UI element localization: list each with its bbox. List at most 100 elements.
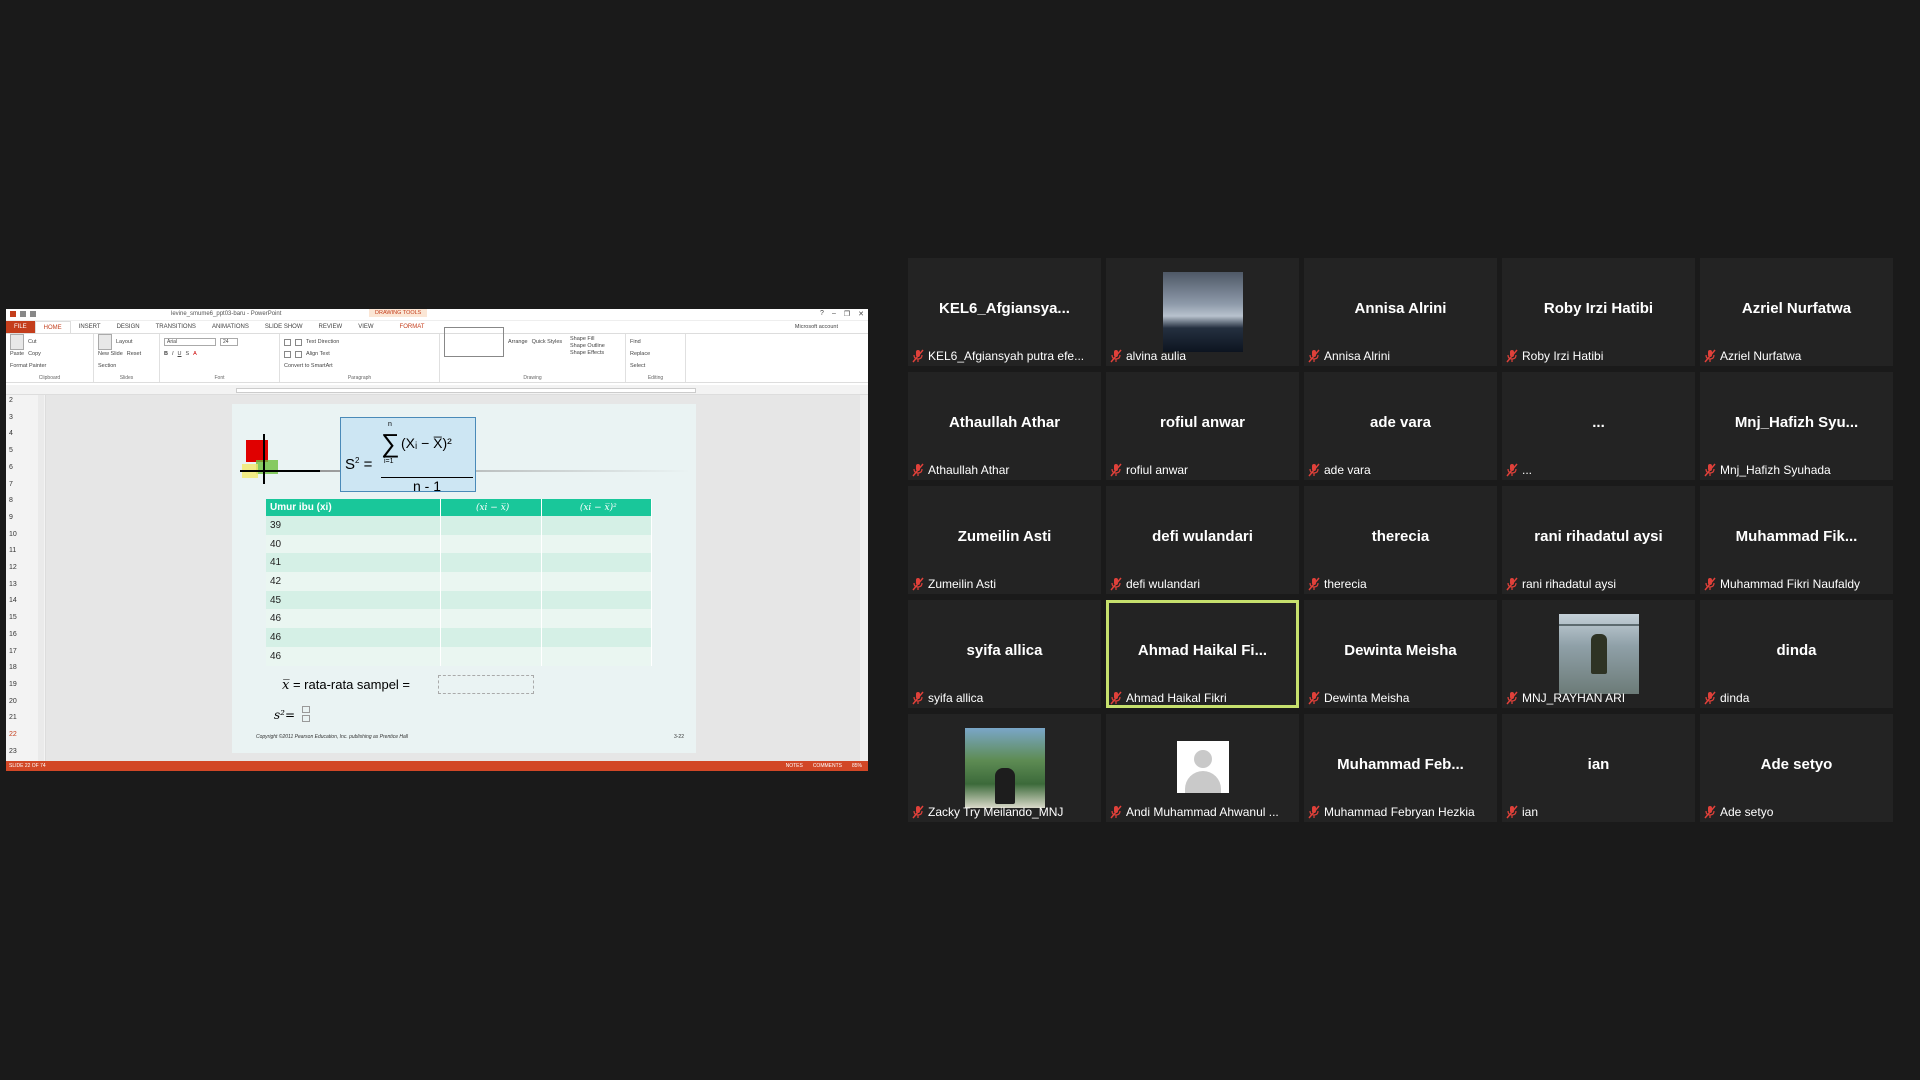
slide-thumbnail-number[interactable]: 10 (9, 531, 17, 538)
find-button[interactable]: Find (630, 339, 641, 345)
paste-icon[interactable] (10, 334, 24, 350)
participant-tile[interactable]: ...... (1502, 372, 1695, 480)
participant-tile[interactable]: Roby Irzi Hatibi Roby Irzi Hatibi (1502, 258, 1695, 366)
notes-button[interactable]: NOTES (786, 763, 803, 769)
slide-thumbnail-number[interactable]: 8 (9, 497, 13, 504)
arrange-button[interactable]: Arrange (508, 339, 528, 345)
slide-thumbnail-number[interactable]: 19 (9, 681, 17, 688)
tab-transitions[interactable]: TRANSITIONS (148, 321, 204, 333)
slide-thumbnail-number[interactable]: 7 (9, 481, 13, 488)
italic-button[interactable]: I (172, 351, 174, 357)
slide-thumbnail-number[interactable]: 9 (9, 514, 13, 521)
quick-access-toolbar[interactable] (10, 311, 36, 317)
shapes-gallery-icon[interactable] (444, 327, 504, 357)
section-button[interactable]: Section (98, 363, 116, 369)
underline-button[interactable]: U (178, 351, 182, 357)
window-controls[interactable]: ? – ❐ ✕ (820, 310, 864, 318)
mean-text-box[interactable] (438, 675, 534, 694)
align-left-icon[interactable] (284, 350, 291, 358)
participant-tile[interactable]: Annisa Alrini Annisa Alrini (1304, 258, 1497, 366)
slide-canvas[interactable]: S2 = n ∑ i=1 (Xᵢ − X̅)² n - 1 Umur ibu (… (46, 395, 868, 761)
tab-file[interactable]: FILE (6, 321, 35, 333)
select-button[interactable]: Select (630, 363, 645, 369)
smartart-button[interactable]: Convert to SmartArt (284, 363, 333, 369)
bold-button[interactable]: B (164, 351, 168, 357)
align-text-button[interactable]: Align Text (306, 351, 330, 357)
slide-thumbnail-number[interactable]: 17 (9, 648, 17, 655)
save-icon[interactable] (20, 311, 26, 317)
account-label[interactable]: Microsoft account (787, 321, 846, 333)
participant-tile[interactable]: MNJ_RAYHAN ARI (1502, 600, 1695, 708)
tab-format[interactable]: FORMAT (392, 321, 433, 333)
slide-thumbnails[interactable]: 2 3 4 5 6 7 8 9 10 11 12 13 14 15 16 17 18 19 20 21 22 23 (6, 395, 46, 761)
slide-thumbnail-number[interactable]: 14 (9, 597, 17, 604)
comments-button[interactable]: COMMENTS (813, 763, 842, 769)
undo-icon[interactable] (30, 311, 36, 317)
center-icon[interactable] (295, 350, 302, 358)
cut-button[interactable]: Cut (28, 339, 37, 345)
participant-tile[interactable]: Ahmad Haikal Fi... Ahmad Haikal Fikri (1106, 600, 1299, 708)
numbering-icon[interactable] (295, 338, 302, 346)
tab-insert[interactable]: INSERT (71, 321, 109, 333)
slide-thumbnail-number[interactable]: 15 (9, 614, 17, 621)
copy-button[interactable]: Copy (28, 351, 41, 357)
participant-tile[interactable]: alvina aulia (1106, 258, 1299, 366)
participant-tile[interactable]: Zumeilin Asti Zumeilin Asti (908, 486, 1101, 594)
slide-thumbnail-number[interactable]: 18 (9, 664, 17, 671)
participant-tile[interactable]: Athaullah Athar Athaullah Athar (908, 372, 1101, 480)
layout-button[interactable]: Layout (116, 339, 133, 345)
participant-tile[interactable]: Mnj_Hafizh Syu... Mnj_Hafizh Syuhada (1700, 372, 1893, 480)
participant-tile[interactable]: Andi Muhammad Ahwanul ... (1106, 714, 1299, 822)
font-color-button[interactable]: A (193, 351, 197, 357)
quick-styles-button[interactable]: Quick Styles (532, 339, 563, 345)
participant-tile[interactable]: ade vara ade vara (1304, 372, 1497, 480)
close-icon[interactable]: ✕ (858, 310, 864, 318)
tab-home[interactable]: HOME (34, 320, 71, 334)
slide-thumbnail-number[interactable]: 6 (9, 464, 13, 471)
slide[interactable]: S2 = n ∑ i=1 (Xᵢ − X̅)² n - 1 Umur ibu (… (232, 404, 696, 753)
help-icon[interactable]: ? (820, 310, 824, 318)
slide-thumbnail-number[interactable]: 11 (9, 547, 16, 554)
shared-screen[interactable]: levine_smume6_ppt03-baru - PowerPoint DR… (6, 309, 868, 771)
replace-button[interactable]: Replace (630, 351, 650, 357)
restore-icon[interactable]: ❐ (844, 310, 850, 318)
tab-animations[interactable]: ANIMATIONS (204, 321, 257, 333)
slide-thumbnail-number[interactable]: 13 (9, 581, 17, 588)
data-table[interactable]: Umur ibu (xi) (xi − x̅) (xi − x̅)² 39 40 4… (266, 499, 653, 666)
new-slide-button[interactable]: New Slide (98, 351, 123, 357)
slide-thumbnail-number[interactable]: 2 (9, 397, 13, 404)
slide-thumbnail-number[interactable]: 22 (9, 731, 17, 738)
participant-tile[interactable]: dinda dinda (1700, 600, 1893, 708)
participant-tile[interactable]: syifa allica syifa allica (908, 600, 1101, 708)
slide-thumbnail-number[interactable]: 5 (9, 447, 13, 454)
slide-thumbnail-number[interactable]: 3 (9, 414, 13, 421)
numerator-box[interactable] (302, 706, 310, 713)
participant-tile[interactable]: Dewinta Meisha Dewinta Meisha (1304, 600, 1497, 708)
bullets-icon[interactable] (284, 338, 291, 346)
denominator-box[interactable] (302, 715, 310, 722)
participant-tile[interactable]: Muhammad Fik... Muhammad Fikri Naufaldy (1700, 486, 1893, 594)
participant-tile[interactable]: rani rihadatul aysi rani rihadatul aysi (1502, 486, 1695, 594)
participant-tile[interactable]: therecia therecia (1304, 486, 1497, 594)
participant-tile[interactable]: Zacky Try Meilando_MNJ (908, 714, 1101, 822)
text-direction-button[interactable]: Text Direction (306, 339, 339, 345)
minimize-icon[interactable]: – (832, 310, 836, 318)
slide-thumbnail-number[interactable]: 23 (9, 748, 17, 755)
slide-thumbnail-number[interactable]: 16 (9, 631, 17, 638)
participant-tile[interactable]: KEL6_Afgiansya... KEL6_Afgiansyah putra e… (908, 258, 1101, 366)
vertical-scrollbar[interactable] (860, 395, 868, 761)
participant-tile[interactable]: ian ian (1502, 714, 1695, 822)
slide-thumbnail-number[interactable]: 4 (9, 430, 13, 437)
tab-design[interactable]: DESIGN (109, 321, 148, 333)
participant-tile[interactable]: Ade setyo Ade setyo (1700, 714, 1893, 822)
variance-formula[interactable]: S2 = n ∑ i=1 (Xᵢ − X̅)² n - 1 (340, 417, 476, 494)
paste-button[interactable]: Paste (10, 351, 24, 357)
strikethrough-button[interactable]: S (186, 351, 190, 357)
participant-tile[interactable]: rofiul anwar rofiul anwar (1106, 372, 1299, 480)
tab-view[interactable]: VIEW (350, 321, 381, 333)
tab-slide-show[interactable]: SLIDE SHOW (257, 321, 311, 333)
tab-review[interactable]: REVIEW (311, 321, 351, 333)
s2-fraction-placeholder[interactable] (302, 706, 311, 728)
shape-fill-button[interactable]: Shape Fill (570, 336, 594, 342)
new-slide-icon[interactable] (98, 334, 112, 350)
